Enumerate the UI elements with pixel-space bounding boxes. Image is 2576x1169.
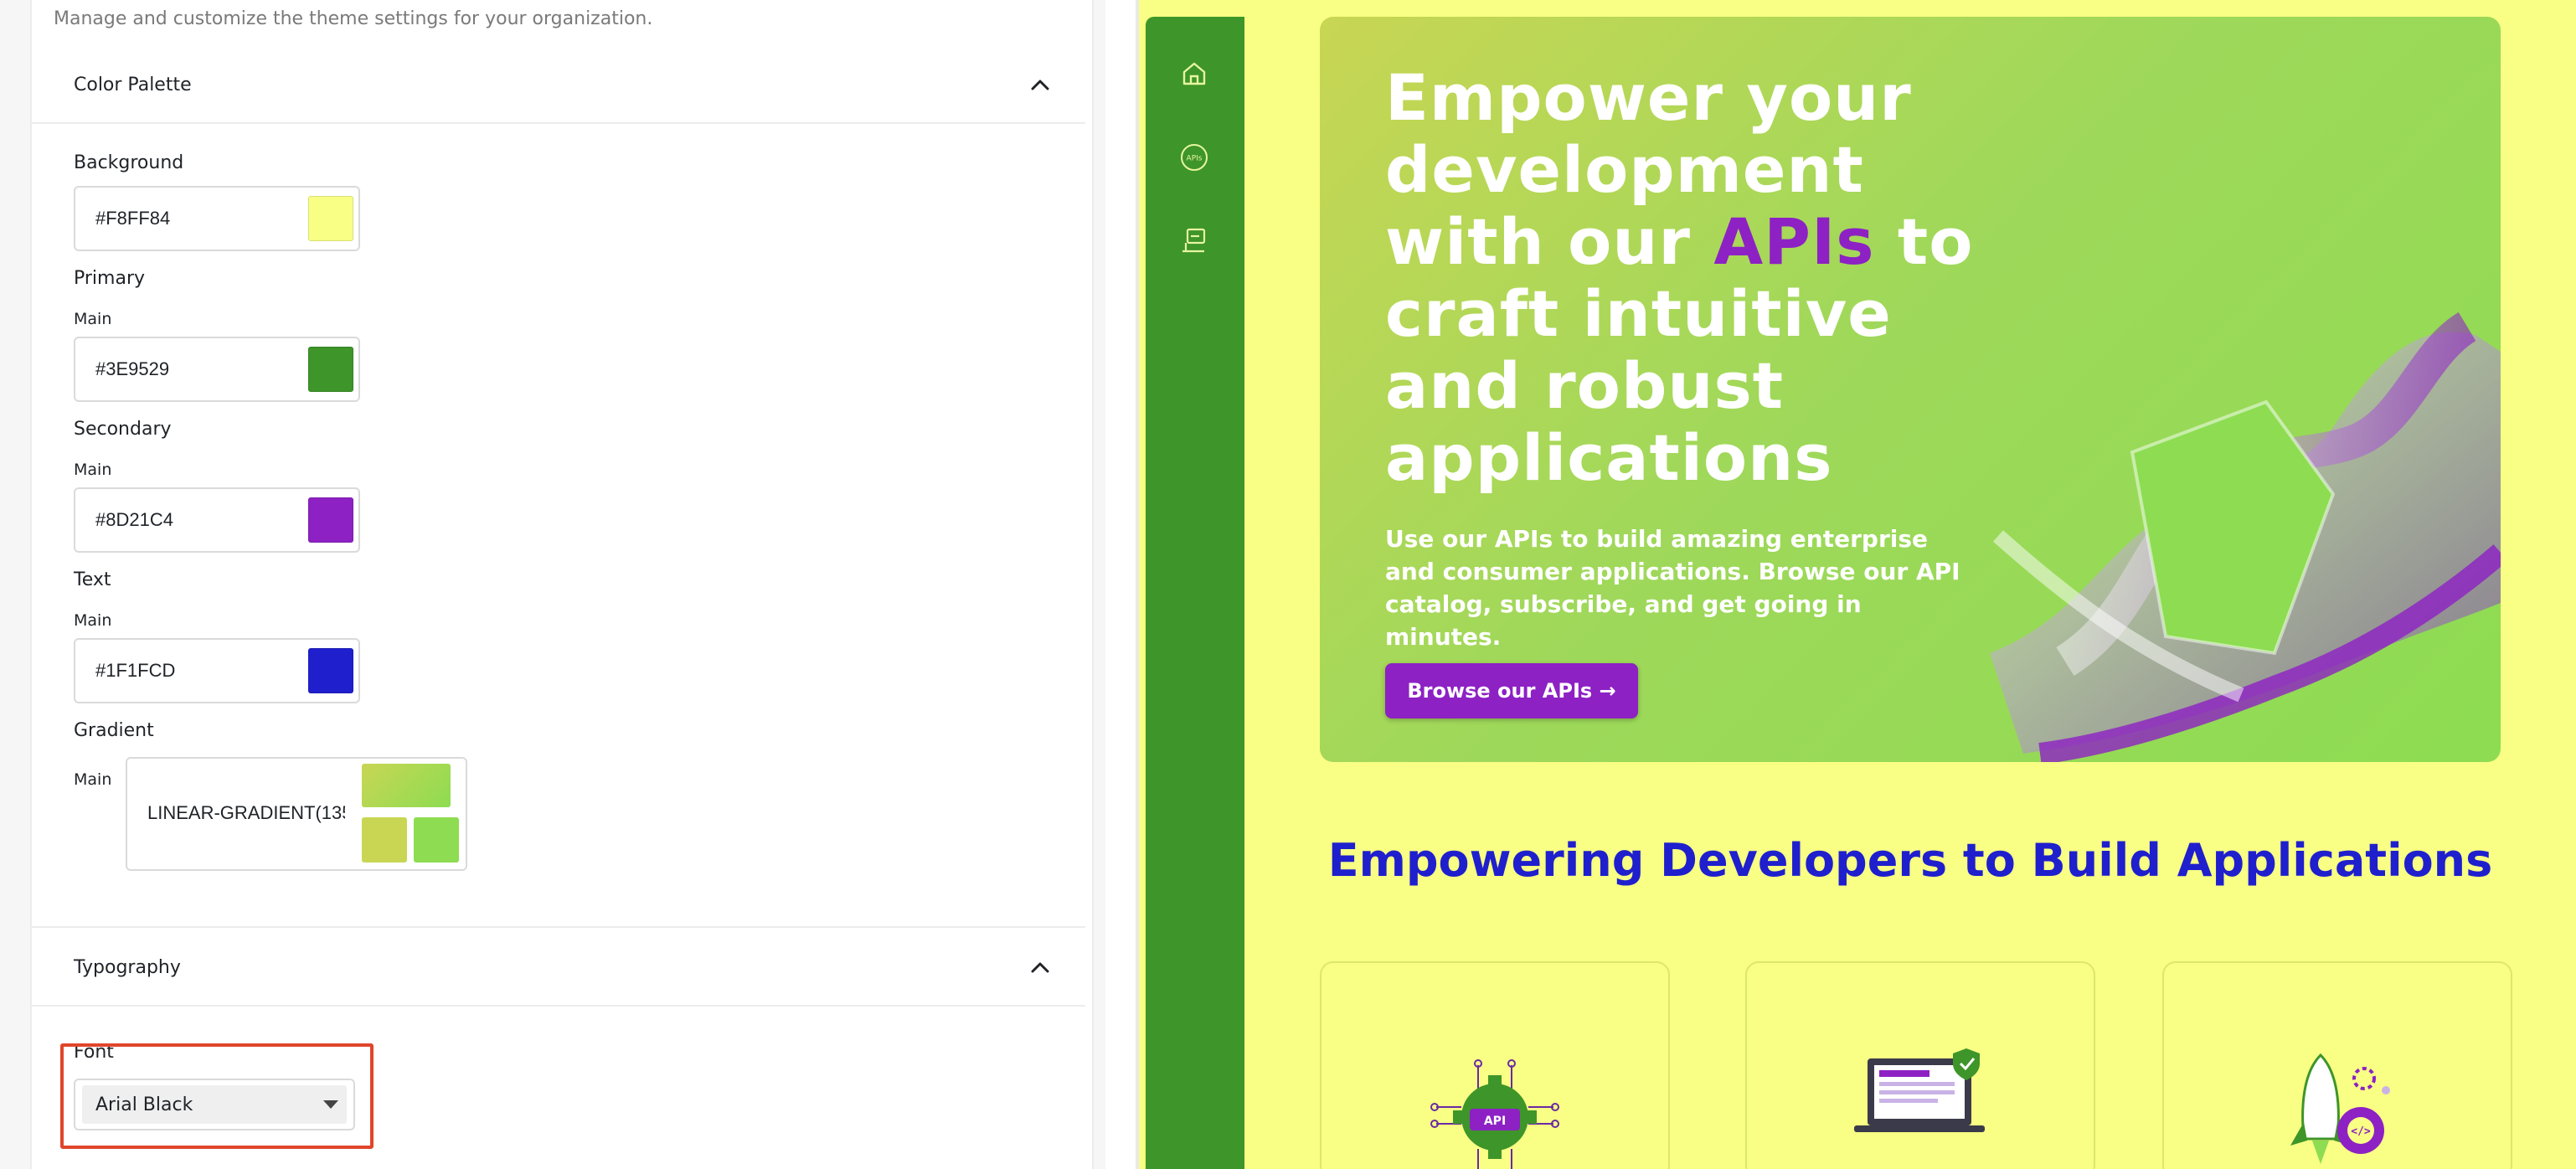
- color-palette-title: Color Palette: [74, 74, 192, 95]
- hero-title-accent: APIs: [1713, 204, 1875, 279]
- page-subtitle: Manage and customize the theme settings …: [54, 8, 653, 29]
- background-color-swatch[interactable]: [308, 196, 353, 241]
- apis-icon-text: APIs: [1187, 155, 1203, 163]
- text-color-value: #1F1FCD: [95, 660, 176, 681]
- secondary-label: Secondary: [74, 419, 172, 440]
- chevron-up-icon[interactable]: [1025, 952, 1055, 982]
- gradient-label: Gradient: [74, 720, 154, 741]
- hero-description: Use our APIs to build amazing enterprise…: [1385, 525, 1960, 651]
- primary-main-label: Main: [74, 310, 112, 328]
- color-palette-header[interactable]: Color Palette: [30, 45, 1085, 124]
- gradient-start-swatch[interactable]: [362, 817, 407, 863]
- gradient-preview-swatch[interactable]: [362, 764, 451, 807]
- section-heading: Empowering Developers to Build Applicati…: [1327, 834, 2493, 887]
- text-label: Text: [74, 569, 111, 590]
- primary-label: Primary: [74, 268, 146, 289]
- api-badge-text: API: [1484, 1115, 1506, 1128]
- primary-color-value: #3E9529: [95, 358, 170, 379]
- secondary-main-label: Main: [74, 461, 112, 479]
- applications-icon[interactable]: [1176, 223, 1213, 260]
- secondary-color-value: #8D21C4: [95, 509, 173, 530]
- apis-icon[interactable]: APIs: [1176, 139, 1213, 176]
- section-divider: [30, 1005, 1085, 1007]
- secondary-color-swatch[interactable]: [308, 497, 353, 543]
- api-gear-icon: API: [1430, 1059, 1559, 1169]
- secondary-color-field[interactable]: #8D21C4: [74, 487, 360, 553]
- background-color-value: #F8FF84: [95, 208, 171, 229]
- typography-title: Typography: [74, 956, 181, 978]
- feature-card[interactable]: </>: [2162, 961, 2512, 1169]
- section-divider: [30, 122, 1085, 124]
- primary-color-field[interactable]: #3E9529: [74, 337, 360, 402]
- text-color-swatch[interactable]: [308, 648, 353, 693]
- code-badge-text: </>: [2351, 1125, 2371, 1138]
- home-icon[interactable]: [1176, 55, 1213, 92]
- hero-banner: Empower your development with our APIs t…: [1320, 17, 2501, 762]
- hero-title: Empower your development with our APIs t…: [1385, 62, 1988, 494]
- text-main-label: Main: [74, 611, 112, 630]
- hero-illustration: [1990, 312, 2501, 762]
- feature-card[interactable]: API: [1320, 961, 1670, 1169]
- font-highlight-box: [60, 1043, 374, 1149]
- feature-card[interactable]: [1745, 961, 2095, 1169]
- gradient-field[interactable]: LINEAR-GRADIENT(135: [126, 757, 467, 871]
- gradient-value: LINEAR-GRADIENT(135: [147, 802, 345, 823]
- gradient-end-swatch[interactable]: [414, 817, 459, 863]
- laptop-shield-icon: [1854, 1048, 1985, 1132]
- background-label: Background: [74, 152, 184, 173]
- preview-side-nav: APIs: [1146, 17, 1244, 1169]
- rocket-gear-icon: </>: [2290, 1053, 2390, 1164]
- background-color-field[interactable]: #F8FF84: [74, 186, 360, 251]
- browse-apis-button[interactable]: Browse our APIs →: [1385, 663, 1638, 718]
- chevron-up-icon[interactable]: [1025, 70, 1055, 100]
- primary-color-swatch[interactable]: [308, 347, 353, 392]
- gradient-main-label: Main: [74, 770, 112, 789]
- text-color-field[interactable]: #1F1FCD: [74, 638, 360, 703]
- typography-header[interactable]: Typography: [30, 928, 1085, 1007]
